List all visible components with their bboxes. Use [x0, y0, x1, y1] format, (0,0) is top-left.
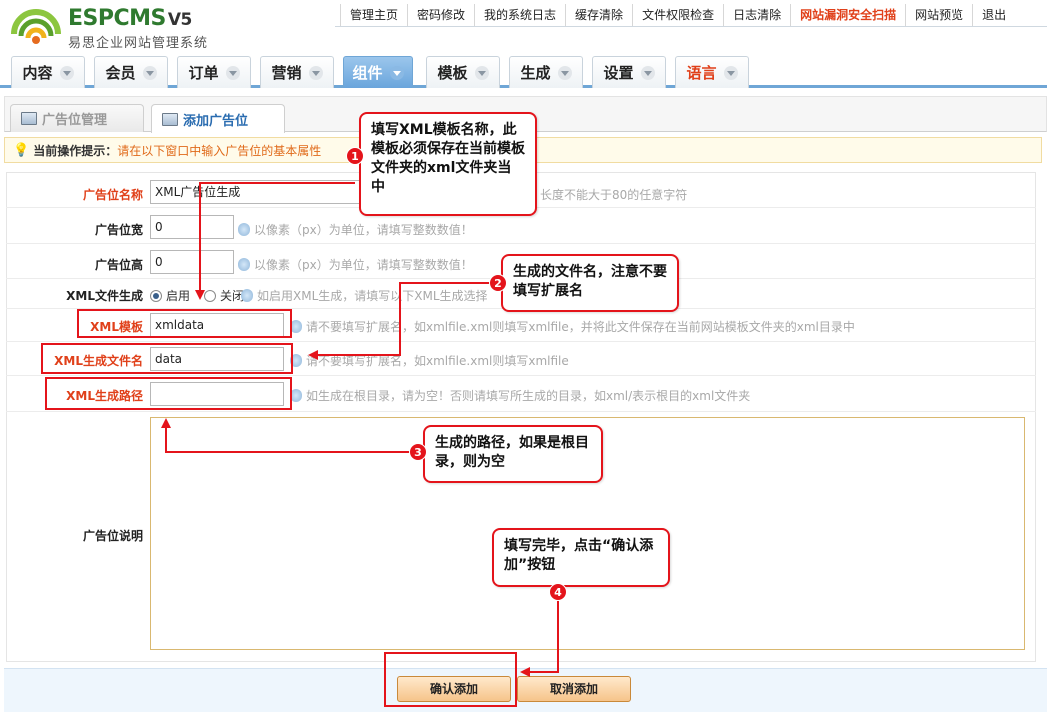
chevron-down-icon	[142, 65, 157, 80]
xml-filename-hint: 请不要填写扩展名，如xmlfile.xml则填写xmlfile	[290, 352, 569, 369]
xml-enable-label: XML文件生成	[66, 289, 143, 303]
topnav-preview[interactable]: 网站预览	[905, 4, 972, 26]
width-input[interactable]: 0	[150, 215, 234, 239]
tab-ad-add[interactable]: 添加广告位	[151, 104, 285, 133]
top-nav: 管理主页 密码修改 我的系统日志 缓存清除 文件权限检查 日志清除 网站漏洞安全…	[340, 4, 1015, 26]
nav-template[interactable]: 模板	[426, 56, 500, 88]
callout-badge-4: 4	[549, 583, 567, 601]
description-label: 广告位说明	[82, 529, 143, 543]
name-label: 广告位名称	[82, 188, 143, 202]
admin-screen: ESPCMS V5 易思企业网站管理系统 管理主页 密码修改 我的系统日志 缓存清…	[0, 0, 1047, 712]
chevron-down-icon	[59, 65, 74, 80]
highlight-xml-filename	[41, 343, 293, 374]
width-hint: 以像素（px）为单位，请填写整数数值！	[238, 221, 473, 238]
xml-path-hint: 如生成在根目录，请为空！否则请填写所生成的目录，如xml/表示根目的xml文件夹	[290, 387, 750, 404]
xml-enable-radio[interactable]	[150, 289, 162, 302]
nav-language[interactable]: 语言	[675, 56, 749, 88]
topnav-clear-log[interactable]: 日志清除	[723, 4, 790, 26]
nav-component[interactable]: 组件	[343, 56, 413, 88]
brand-subtitle: 易思企业网站管理系统	[68, 36, 209, 51]
topnav-divider	[335, 26, 1047, 27]
logo-icon	[11, 9, 61, 44]
nav-marketing[interactable]: 营销	[260, 56, 334, 88]
topnav-home[interactable]: 管理主页	[340, 4, 407, 26]
name-hint: 长度不能大于80的任意字符	[540, 188, 688, 202]
xml-radio-group: 启用 关闭	[150, 287, 244, 304]
height-hint: 以像素（px）为单位，请填写整数数值！	[238, 256, 473, 273]
tab-ad-manage[interactable]: 广告位管理	[10, 104, 144, 132]
hint-icon	[238, 223, 250, 236]
topnav-logout[interactable]: 退出	[972, 4, 1015, 26]
hint-icon	[238, 258, 250, 271]
hint-icon	[241, 289, 253, 302]
window-icon	[21, 112, 37, 125]
logo: ESPCMS V5 易思企业网站管理系统	[10, 4, 240, 51]
topnav-password[interactable]: 密码修改	[407, 4, 474, 26]
highlight-confirm-button	[384, 652, 517, 707]
nav-content[interactable]: 内容	[11, 56, 85, 88]
callout-4: 填写完毕，点击“确认添加”按钮	[492, 528, 670, 587]
lightbulb-icon: 💡	[13, 142, 30, 158]
nav-order[interactable]: 订单	[177, 56, 251, 88]
callout-badge-1: 1	[346, 147, 364, 165]
topnav-my-log[interactable]: 我的系统日志	[474, 4, 565, 26]
chevron-down-icon	[308, 65, 323, 80]
brand-name: ESPCMS V5	[68, 6, 192, 31]
nav-generate[interactable]: 生成	[509, 56, 583, 88]
topnav-clear-cache[interactable]: 缓存清除	[565, 4, 632, 26]
chevron-down-icon	[474, 65, 489, 80]
callout-badge-3: 3	[409, 443, 427, 461]
nav-settings[interactable]: 设置	[592, 56, 666, 88]
chevron-down-icon	[225, 65, 240, 80]
topnav-security-scan[interactable]: 网站漏洞安全扫描	[790, 4, 905, 26]
chevron-down-icon	[640, 65, 655, 80]
xml-template-hint: 请不要填写扩展名，如xmlfile.xml则填写xmlfile，并将此文件保存在…	[290, 318, 855, 335]
width-label: 广告位宽	[94, 223, 143, 237]
topnav-permission-check[interactable]: 文件权限检查	[632, 4, 723, 26]
chevron-down-icon	[557, 65, 572, 80]
chevron-down-icon	[389, 65, 404, 80]
callout-1: 填写XML模板名称，此模板必须保存在当前模板文件夹的xml文件夹当中	[359, 112, 537, 216]
callout-2: 生成的文件名，注意不要填写扩展名	[501, 254, 679, 312]
height-input[interactable]: 0	[150, 250, 234, 274]
height-label: 广告位高	[94, 258, 143, 272]
highlight-xml-template	[77, 309, 292, 338]
highlight-xml-path	[45, 377, 292, 410]
cancel-add-button[interactable]: 取消添加	[517, 676, 631, 702]
nav-member[interactable]: 会员	[94, 56, 168, 88]
chevron-down-icon	[723, 65, 738, 80]
callout-3: 生成的路径，如果是根目录，则为空	[423, 425, 603, 483]
xml-enable-hint: 如启用XML生成，请填写以下XML生成选择	[241, 287, 488, 304]
xml-disable-radio[interactable]	[204, 289, 217, 302]
window-icon	[162, 112, 178, 126]
callout-badge-2: 2	[489, 274, 507, 292]
main-nav: 内容 会员 订单 营销 组件 模板 生成 设置 语言	[0, 52, 1047, 88]
